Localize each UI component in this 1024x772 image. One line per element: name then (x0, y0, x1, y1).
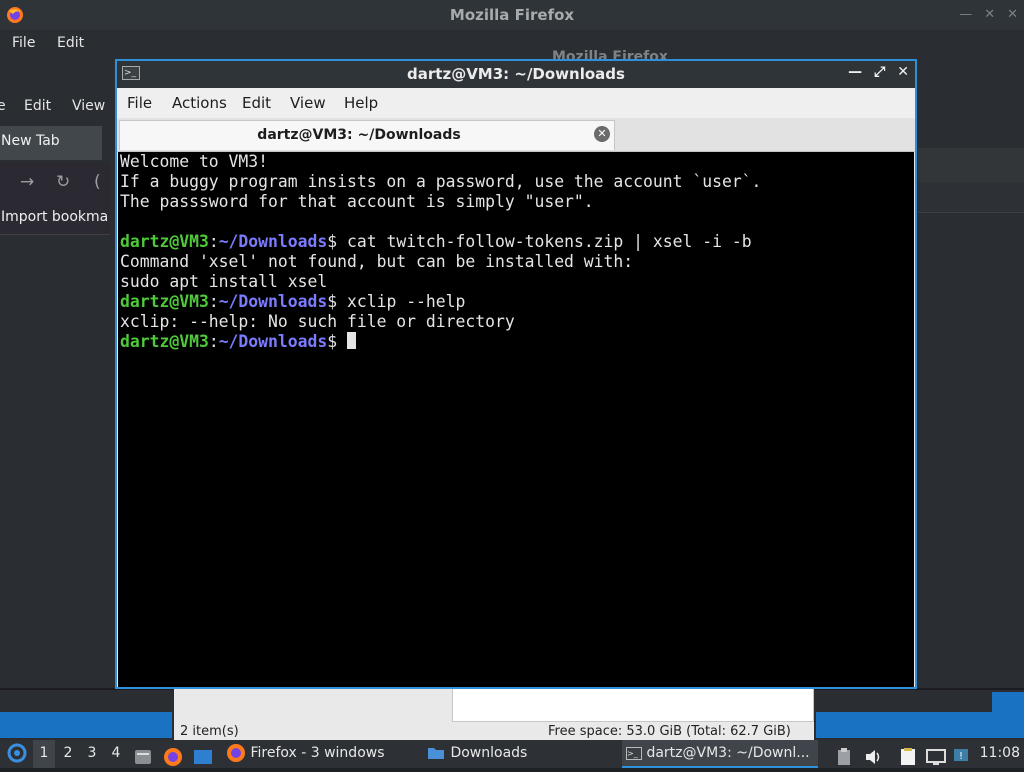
firefox-second-navbar: → ↻ ( (0, 162, 110, 204)
free-space: Free space: 53.0 GiB (Total: 62.7 GiB) (548, 724, 791, 739)
notes-icon (901, 748, 915, 765)
desktop-strip (0, 712, 172, 738)
window-controls: — ✕ ✕ (947, 7, 1018, 22)
prompt-path: ~/Downloads (218, 292, 328, 311)
task-terminal[interactable]: >_ dartz@VM3: ~/Downl... (622, 740, 818, 768)
menu-help[interactable]: Help (344, 94, 378, 112)
prompt-user: dartz@VM3 (120, 232, 209, 251)
prompt-path: ~/Downloads (218, 332, 328, 351)
close-icon[interactable]: ✕ (897, 64, 909, 80)
clipboard-icon (838, 748, 850, 765)
menu-edit[interactable]: Edit (24, 98, 51, 114)
workspace-4[interactable]: 4 (105, 740, 127, 768)
update-tray[interactable]: ! (953, 742, 969, 770)
tab-new-tab[interactable]: New Tab (0, 126, 102, 160)
terminal-output[interactable]: Welcome to VM3! If a buggy program insist… (118, 152, 914, 352)
update-notifier-icon: ! (954, 749, 968, 762)
command-text: $ cat twitch-follow-tokens.zip | xsel -i… (327, 232, 752, 251)
forward-icon[interactable]: → (20, 172, 34, 192)
maximize-icon[interactable]: ⤢ (874, 64, 885, 80)
terminal-icon: >_ (626, 746, 642, 760)
terminal-tab[interactable]: dartz@VM3: ~/Downloads ✕ (119, 120, 615, 150)
workspace-1[interactable]: 1 (33, 740, 55, 768)
prompt-user: dartz@VM3 (120, 332, 209, 351)
firefox-icon (227, 744, 245, 762)
output-line: xclip: --help: No such file or directory (120, 312, 515, 331)
firefox-second-menubar: e Edit View (0, 96, 110, 122)
urlbar-edge[interactable]: ( (94, 172, 101, 192)
minimize-icon[interactable]: — (848, 64, 862, 80)
window-title: Mozilla Firefox (449, 6, 575, 24)
task-label: Downloads (450, 745, 528, 761)
bookmarks-toolbar: Import bookma (0, 204, 110, 235)
clock[interactable]: 11:08 (980, 740, 1020, 766)
task-downloads[interactable]: Downloads (422, 740, 622, 768)
terminal-tabbar: dartz@VM3: ~/Downloads ✕ (117, 118, 915, 152)
folder-icon (428, 748, 444, 759)
file-manager-window: 2 item(s) Free space: 53.0 GiB (Total: 6… (174, 688, 814, 740)
menu-actions[interactable]: Actions (172, 94, 227, 112)
terminal-titlebar[interactable]: >_ dartz@VM3: ~/Downloads — ⤢ ✕ (117, 61, 915, 88)
menu-file[interactable]: e (0, 98, 6, 114)
command-text: $ (327, 332, 347, 351)
prompt-line: dartz@VM3:~/Downloads$ (120, 332, 914, 352)
network-icon (926, 749, 946, 765)
item-count: 2 item(s) (180, 724, 239, 739)
reload-icon[interactable]: ↻ (56, 172, 70, 192)
task-label: dartz@VM3: ~/Downl... (646, 745, 810, 761)
prompt-user: dartz@VM3 (120, 292, 209, 311)
volume-icon (866, 750, 880, 764)
svg-text:!: ! (959, 751, 963, 762)
close-tab-icon[interactable]: ✕ (594, 126, 610, 142)
import-bookmarks-link[interactable]: Import bookma (1, 209, 108, 225)
workspace-3[interactable]: 3 (81, 740, 103, 768)
prompt-line: dartz@VM3:~/Downloads$ cat twitch-follow… (120, 232, 752, 251)
maximize-icon[interactable]: ✕ (984, 7, 995, 22)
task-label: Firefox - 3 windows (250, 745, 385, 761)
firefox-main-titlebar[interactable]: Mozilla Firefox — ✕ ✕ (0, 0, 1024, 30)
workspace-2[interactable]: 2 (57, 740, 79, 768)
taskbar: 1 2 3 4 Firefox - 3 windows Downloads >_… (0, 740, 1024, 768)
terminal-screen[interactable]: Welcome to VM3! If a buggy program insist… (118, 152, 914, 687)
window-title: dartz@VM3: ~/Downloads (407, 65, 625, 83)
desktop-strip (816, 692, 1024, 738)
prompt-line: dartz@VM3:~/Downloads$ xclip --help (120, 292, 466, 311)
prompt-path: ~/Downloads (218, 232, 328, 251)
window-controls: — ⤢ ✕ (836, 64, 909, 80)
menu-file[interactable]: File (127, 94, 152, 112)
tab-label: New Tab (1, 133, 60, 149)
file-manager-icon (135, 750, 151, 764)
close-icon[interactable]: ✕ (1007, 7, 1018, 22)
menu-view[interactable]: View (72, 98, 105, 114)
firefox-icon (164, 748, 182, 766)
start-menu-icon (7, 743, 27, 763)
terminal-menubar: File Actions Edit View Help (117, 88, 915, 118)
output-line: The passsword for that account is simply… (120, 192, 594, 211)
output-line: Welcome to VM3! (120, 152, 269, 171)
output-line: If a buggy program insists on a password… (120, 172, 762, 191)
app-menu-button[interactable] (4, 740, 30, 768)
tab-label: dartz@VM3: ~/Downloads (257, 127, 461, 143)
text-cursor (347, 332, 356, 349)
output-line: sudo apt install xsel (120, 272, 328, 291)
menu-view[interactable]: View (290, 94, 326, 112)
show-desktop-icon (194, 750, 212, 764)
minimize-icon[interactable]: — (959, 7, 972, 22)
menu-edit[interactable]: Edit (242, 94, 271, 112)
file-manager-panel (452, 688, 814, 722)
task-firefox[interactable]: Firefox - 3 windows (222, 740, 422, 768)
output-line: Command 'xsel' not found, but can be ins… (120, 252, 634, 271)
terminal-window[interactable]: >_ dartz@VM3: ~/Downloads — ⤢ ✕ File Actio… (115, 59, 917, 689)
command-text: $ xclip --help (327, 292, 466, 311)
